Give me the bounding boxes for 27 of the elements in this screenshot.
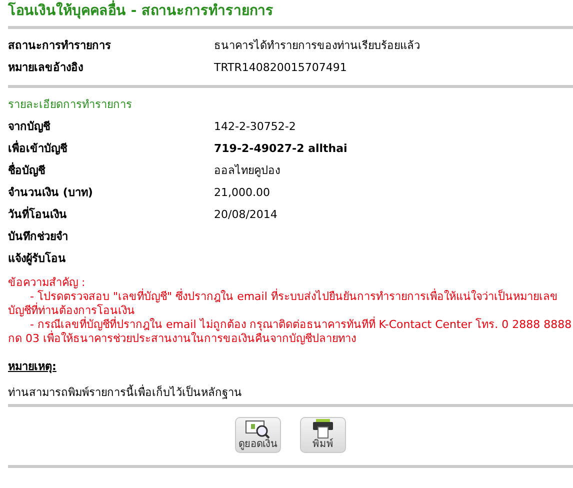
field-label: หมายเลขอ้างอิง bbox=[8, 61, 84, 75]
field-value: 719-2-49027-2 allthai bbox=[214, 142, 348, 156]
note-text: ท่านสามารถพิมพ์รายการนี้เพื่อเก็บไว้เป็นหลักฐาน bbox=[8, 386, 243, 400]
field-value: 21,000.00 bbox=[214, 186, 270, 200]
field-label: จากบัญชี bbox=[8, 120, 52, 134]
field-label: วันที่โอนเงิน bbox=[8, 208, 68, 222]
field-label: บันทึกช่วยจำ bbox=[8, 230, 69, 244]
warning-text: - โปรดตรวจสอบ "เลขที่บัญชี" ซึ่งปรากฎใน email ที่ระบบส่งไปยืนยันการทำรายการเพื่อให้แน่ใจว่าเป็นหมายเลขบัญชีที่ท่านต้องการโอนเงิน bbox=[8, 290, 559, 317]
magnifier-icon bbox=[245, 419, 271, 439]
print-button[interactable]: พิมพ์ bbox=[300, 417, 346, 453]
field-value: 142-2-30752-2 bbox=[214, 120, 296, 134]
field-value: ออลไทยคูปอง bbox=[214, 164, 280, 178]
printer-icon bbox=[311, 419, 335, 439]
warning-heading: ข้อความสำคัญ : bbox=[8, 276, 86, 290]
field-label: จำนวนเงิน (บาท) bbox=[8, 186, 94, 200]
field-label: เพื่อเข้าบัญชี bbox=[8, 142, 68, 156]
note-heading: หมายเหตุ: bbox=[8, 360, 58, 374]
view-balance-button[interactable]: ดูยอดเงิน bbox=[235, 417, 281, 453]
field-label: แจ้งผู้รับโอน bbox=[8, 252, 67, 266]
field-value: ธนาคารได้ทำรายการของท่านเรียบร้อยแล้ว bbox=[214, 39, 420, 53]
page-title: โอนเงินให้บุคคลอื่น - สถานะการทำรายการ bbox=[8, 2, 573, 20]
field-label: ชื่อบัญชี bbox=[8, 164, 46, 178]
field-value: 20/08/2014 bbox=[214, 208, 278, 222]
section-heading: รายละเอียดการทำรายการ bbox=[8, 98, 133, 112]
field-label: สถานะการทำรายการ bbox=[8, 39, 112, 53]
warning-text: - กรณีเลขที่บัญชีที่ปรากฎใน email ไม่ถูกต้อง กรุณาติดต่อธนาคารทันทีที่ K-Contact Center โทร. 0 2888 8888 กด 03 เพื่อให้ธนาคารช่วยประสานงานในการขอเงินคืนจากบัญชีปลายทาง bbox=[8, 318, 573, 346]
field-value: TRTR140820015707491 bbox=[214, 61, 347, 75]
